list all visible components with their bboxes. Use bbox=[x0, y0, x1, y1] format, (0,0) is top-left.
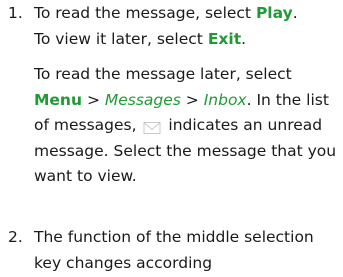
step-2-text: The function of the middle selection key… bbox=[34, 228, 314, 272]
messages-option: Messages bbox=[104, 90, 181, 109]
exit-option: Exit bbox=[207, 29, 242, 48]
text-run: To view it later, select bbox=[34, 29, 208, 48]
step-body: To read the message, select Play. To vie… bbox=[34, 1, 339, 190]
envelope-icon bbox=[143, 118, 161, 134]
text-run: . bbox=[292, 4, 298, 22]
step-1-instruction: To read the message, select Play. To vie… bbox=[34, 1, 339, 52]
text-run: To read the message, select bbox=[34, 4, 256, 22]
instruction-page: 1. To read the message, select Play. To … bbox=[0, 0, 343, 277]
separator: > bbox=[82, 90, 105, 109]
play-option: Play bbox=[255, 4, 293, 22]
inbox-option: Inbox bbox=[203, 90, 247, 109]
step-number: 2. bbox=[8, 228, 23, 246]
menu-option: Menu bbox=[34, 90, 83, 109]
text-run: To read the message later, select bbox=[34, 65, 292, 83]
text-run: . bbox=[241, 29, 247, 48]
separator: > bbox=[180, 90, 204, 109]
step-body: The function of the middle selection key… bbox=[34, 225, 339, 276]
step-number: 1. bbox=[8, 4, 23, 22]
step-1-note: To read the message later, select Menu >… bbox=[34, 62, 339, 190]
